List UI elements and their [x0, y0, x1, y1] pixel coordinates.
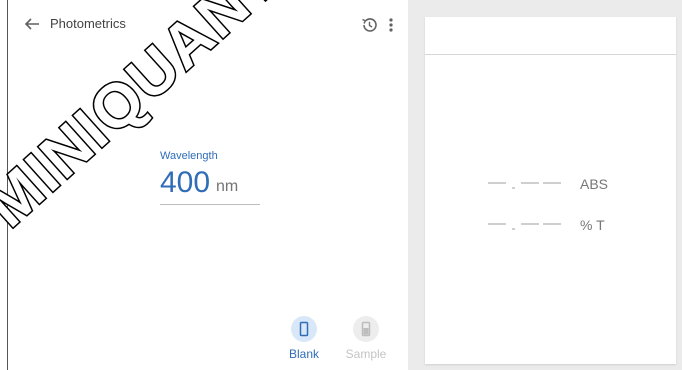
wavelength-value[interactable]: 400 — [160, 166, 210, 200]
sample-icon-wrap — [353, 316, 379, 342]
sample-label: Sample — [345, 347, 387, 361]
wavelength-underline — [160, 204, 260, 205]
blank-button[interactable]: Blank — [279, 316, 329, 366]
more-vert-icon — [389, 18, 393, 32]
blank-icon-wrap — [291, 316, 317, 342]
wavelength-label: Wavelength — [160, 150, 218, 162]
back-button[interactable] — [20, 12, 44, 36]
arrow-left-icon — [24, 18, 39, 30]
measurement-panel: Photometrics Wavelength 400 nm Blank Sam… — [7, 0, 408, 370]
history-button[interactable] — [360, 16, 378, 34]
page-title: Photometrics — [50, 16, 126, 31]
app-bar: Photometrics — [8, 0, 409, 48]
history-icon — [362, 18, 377, 32]
transmittance-reading: % T — [488, 215, 668, 235]
more-options-button[interactable] — [385, 16, 397, 34]
transmittance-unit: % T — [580, 217, 605, 233]
absorbance-unit: ABS — [580, 176, 609, 192]
wavelength-field[interactable]: Wavelength 400 nm — [160, 150, 260, 205]
sample-button[interactable]: Sample — [341, 316, 391, 366]
wavelength-value-row: 400 nm — [160, 166, 260, 204]
wavelength-unit: nm — [216, 178, 239, 195]
absorbance-reading: ABS — [488, 174, 668, 194]
absorbance-placeholder — [488, 174, 570, 194]
results-card-header — [425, 17, 676, 55]
transmittance-placeholder — [488, 215, 570, 235]
blank-label: Blank — [288, 347, 320, 361]
results-card: ABS % T — [425, 17, 676, 364]
sample-cuvette-icon — [361, 321, 371, 337]
app-window: Photometrics Wavelength 400 nm Blank Sam… — [0, 0, 682, 370]
cuvette-icon — [299, 321, 309, 337]
